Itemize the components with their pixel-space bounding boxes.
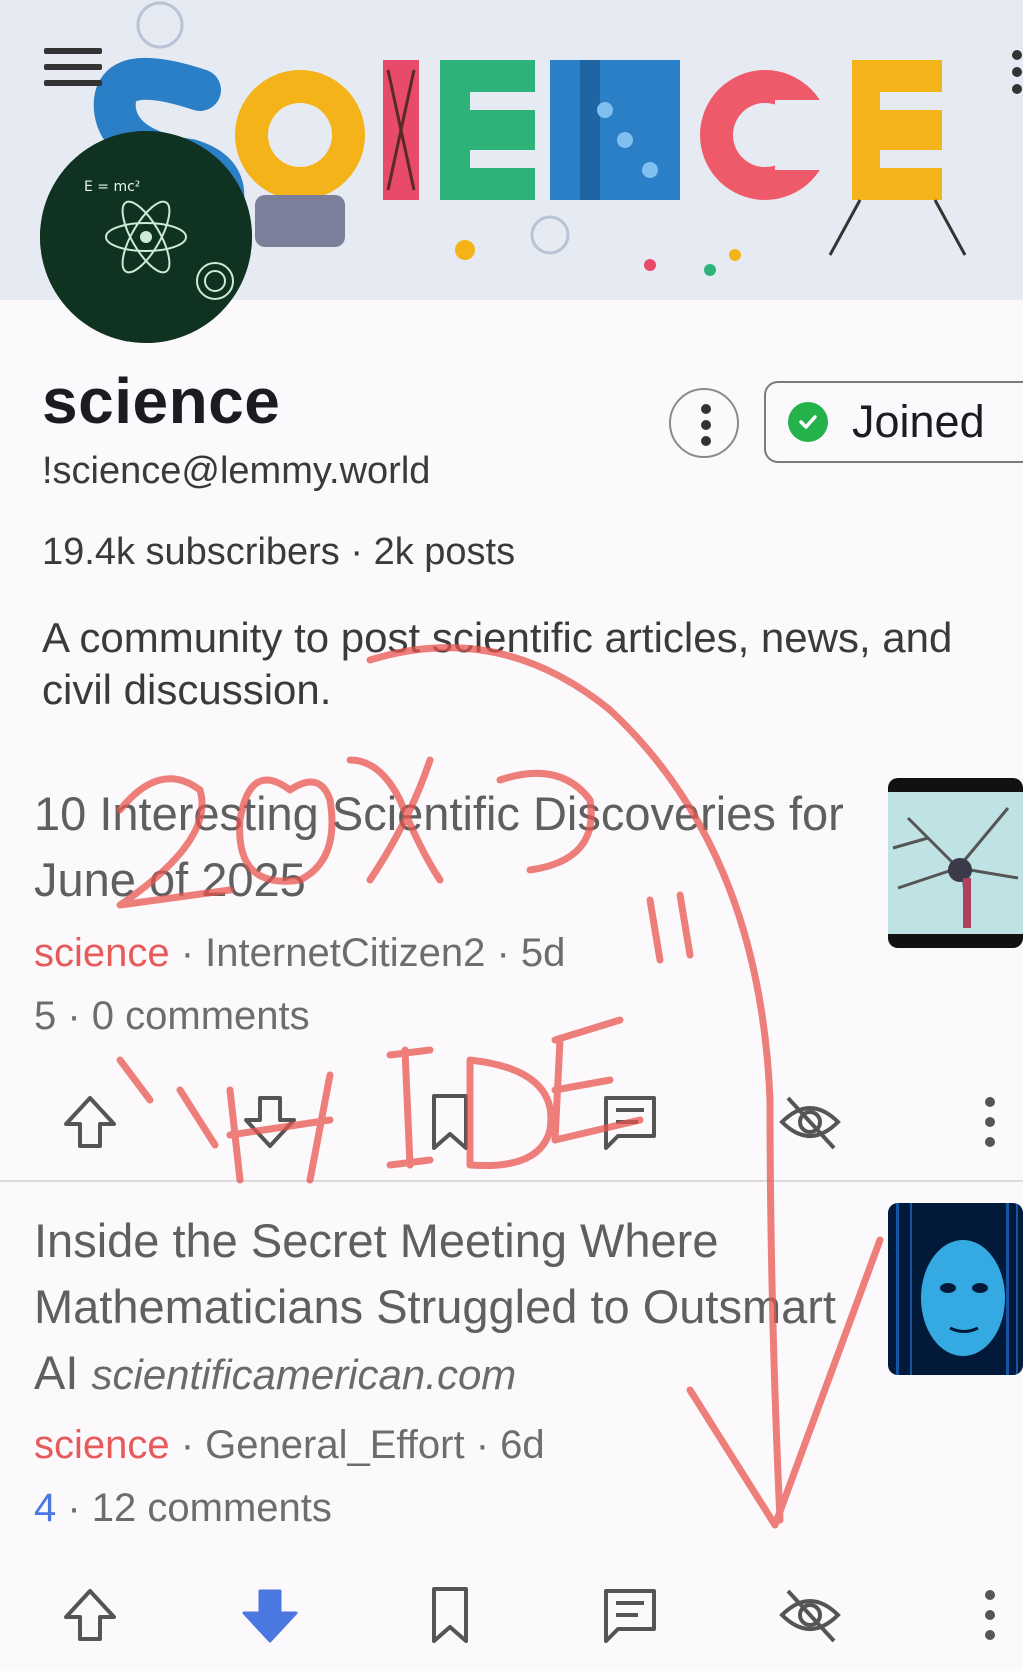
post-score-line: 5 · 0 comments [34,994,310,1039]
meta-separator: · [56,994,92,1038]
downvote-icon[interactable] [238,1090,302,1154]
meta-separator: · [169,1423,206,1467]
post-more-icon[interactable] [970,1090,1010,1154]
community-options-button[interactable] [669,388,739,458]
post-action-bar [0,1583,1023,1663]
post-author-link[interactable]: General_Effort [205,1423,464,1467]
joined-label: Joined [852,396,985,447]
bookmark-icon[interactable] [418,1583,482,1647]
community-handle: !science@lemmy.world [42,450,431,492]
post-domain: scientificamerican.com [91,1351,517,1398]
post-meta: science · General_Effort · 6d [34,1423,545,1468]
joined-button[interactable]: Joined [764,381,1023,463]
post-divider [0,1180,1023,1182]
comment-icon[interactable] [598,1583,662,1647]
meta-separator: · [56,1486,92,1530]
hamburger-menu-icon[interactable] [44,48,102,94]
upvote-icon[interactable] [58,1583,122,1647]
post-thumbnail[interactable] [888,1203,1023,1375]
post-age: 5d [520,931,566,975]
post-comment-count[interactable]: 0 comments [92,994,310,1038]
post-action-bar [0,1090,1023,1170]
post-community-link[interactable]: science [34,931,170,975]
community-description: A community to post scientific articles,… [42,614,953,713]
comment-icon[interactable] [598,1090,662,1154]
community-avatar: E = mc² [40,131,252,343]
community-stats: 19.4k subscribers · 2k posts [42,531,516,573]
hide-icon[interactable] [778,1583,842,1647]
bookmark-icon[interactable] [418,1090,482,1154]
post-title[interactable]: Inside the Secret Meeting Where Mathemat… [34,1208,854,1408]
meta-separator: · [169,931,206,975]
post-more-icon[interactable] [970,1583,1010,1647]
more-vertical-icon[interactable] [1012,50,1023,94]
community-name: science [42,365,281,437]
post-title-text: 10 Interesting Scientific Discoveries fo… [34,787,844,906]
meta-separator: · [464,1423,501,1467]
post-score: 5 [34,994,57,1038]
post-age: 6d [500,1423,545,1467]
upvote-icon[interactable] [58,1090,122,1154]
post-comment-count[interactable]: 12 comments [92,1486,332,1530]
post-community-link[interactable]: science [34,1423,170,1467]
downvote-icon[interactable] [238,1583,302,1647]
post-author-link[interactable]: InternetCitizen2 [205,931,485,975]
check-icon [788,402,828,442]
post-score: 4 [34,1486,57,1530]
post-score-line: 4 · 12 comments [34,1486,332,1531]
hide-icon[interactable] [778,1090,842,1154]
post-meta: science · InternetCitizen2 · 5d [34,931,565,976]
avatar-equation: E = mc² [84,179,140,195]
post-title[interactable]: 10 Interesting Scientific Discoveries fo… [34,781,854,913]
post-thumbnail[interactable] [888,778,1023,948]
meta-separator: · [485,931,521,975]
